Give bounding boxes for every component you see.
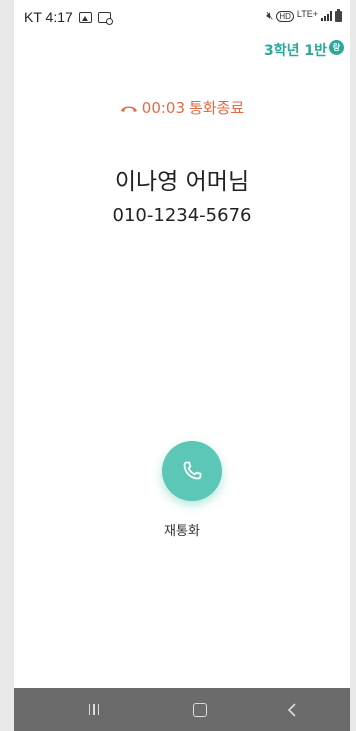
phone-screen: KT 4:17 🔇︎ HD LTE+ 3학년 1반 랑 00:03 통화종료 이… [14,0,350,731]
back-icon [287,702,296,717]
navigation-bar [14,688,350,731]
status-bar: KT 4:17 🔇︎ HD LTE+ [14,0,350,34]
status-left: KT 4:17 [24,9,113,25]
screenshot-icon [97,11,113,25]
hangup-icon [120,106,137,112]
caller-number: 010-1234-5676 [112,205,252,226]
mute-icon: 🔇︎ [266,9,274,22]
back-button[interactable] [262,688,322,731]
call-duration: 00:03 [141,98,186,117]
recent-apps-icon [88,704,100,715]
call-status: 00:03 통화종료 [14,97,350,118]
recent-apps-button[interactable] [64,688,124,731]
battery-icon [335,8,342,22]
carrier-time: KT 4:17 [24,9,73,25]
caller-name: 이나영 어머님 [114,169,250,195]
hd-voice-icon: HD [276,10,294,22]
call-status-text: 통화종료 [189,99,245,117]
gallery-icon [78,11,92,23]
phone-icon [183,461,202,480]
status-right: 🔇︎ HD LTE+ [266,8,342,23]
redial-button[interactable] [162,441,222,501]
redial-label: 재통화 [164,524,200,539]
class-badge: 랑 [329,39,344,55]
network-type: LTE+ [296,9,318,19]
home-icon [193,702,207,717]
class-label: 3학년 1반 랑 [264,39,344,60]
home-button[interactable] [170,688,230,731]
signal-icon [321,11,332,21]
class-name: 3학년 1반 [264,43,327,59]
